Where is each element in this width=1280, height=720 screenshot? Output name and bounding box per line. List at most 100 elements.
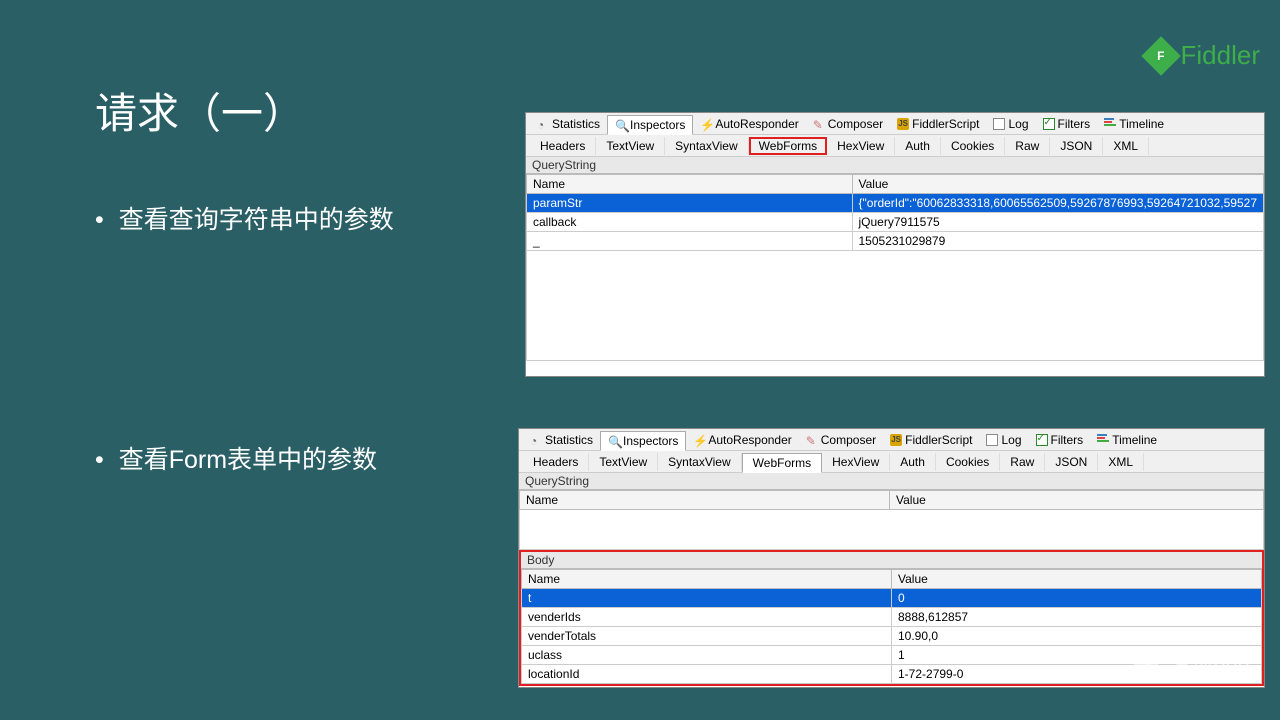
subtab-xml[interactable]: XML [1103, 137, 1149, 155]
tab-composer[interactable]: ✎Composer [799, 431, 883, 449]
tab-statistics[interactable]: ◔Statistics [523, 431, 600, 449]
table-header: Name Value [527, 175, 1264, 194]
empty-area [526, 251, 1264, 361]
brand-name: Fiddler [1181, 40, 1260, 71]
watermark: 发现bug [1133, 648, 1250, 680]
script-icon: JS [890, 434, 902, 446]
sub-tab-row: Headers TextView SyntaxView WebForms Hex… [526, 135, 1264, 157]
cell-name: venderTotals [522, 627, 892, 646]
lens-icon: 🔍 [608, 435, 620, 447]
tab-filters[interactable]: Filters [1029, 431, 1091, 449]
subtab-json[interactable]: JSON [1045, 453, 1098, 471]
col-value[interactable]: Value [890, 491, 1264, 510]
bullet-text: 查看查询字符串中的参数 [119, 206, 394, 234]
cell-value: 1505231029879 [852, 232, 1264, 251]
cell-name: _ [527, 232, 853, 251]
cell-value: {"orderId":"60062833318,60065562509,5926… [852, 194, 1264, 213]
col-name[interactable]: Name [520, 491, 890, 510]
tab-inspectors[interactable]: 🔍Inspectors [600, 431, 686, 451]
subtab-xml[interactable]: XML [1098, 453, 1144, 471]
subtab-webforms[interactable]: WebForms [749, 137, 827, 155]
subtab-textview[interactable]: TextView [589, 453, 658, 471]
cell-name: locationId [522, 665, 892, 684]
log-icon [993, 118, 1005, 130]
tab-fiddlerscript[interactable]: JSFiddlerScript [890, 115, 986, 133]
tab-inspectors[interactable]: 🔍Inspectors [607, 115, 693, 135]
querystring-label: QueryString [526, 157, 1264, 174]
cell-name: callback [527, 213, 853, 232]
querystring-label: QueryString [519, 473, 1264, 490]
table-row[interactable]: callback jQuery7911575 [527, 213, 1264, 232]
pencil-icon: ✎ [806, 434, 818, 446]
subtab-raw[interactable]: Raw [1000, 453, 1045, 471]
tab-filters[interactable]: Filters [1036, 115, 1098, 133]
cell-value: 0 [892, 589, 1262, 608]
pencil-icon: ✎ [813, 118, 825, 130]
col-value[interactable]: Value [892, 570, 1262, 589]
tab-autoresponder[interactable]: ⚡AutoResponder [693, 115, 805, 133]
sub-tab-row: Headers TextView SyntaxView WebForms Hex… [519, 451, 1264, 473]
subtab-headers[interactable]: Headers [523, 453, 589, 471]
main-tab-row: ◔Statistics 🔍Inspectors ⚡AutoResponder ✎… [526, 113, 1264, 135]
subtab-json[interactable]: JSON [1050, 137, 1103, 155]
tab-composer[interactable]: ✎Composer [806, 115, 890, 133]
empty-area [519, 510, 1264, 550]
stats-icon: ◔ [537, 118, 549, 130]
subtab-webforms[interactable]: WebForms [742, 453, 822, 473]
body-label: Body [521, 552, 1262, 569]
col-value[interactable]: Value [852, 175, 1264, 194]
log-icon [986, 434, 998, 446]
timeline-icon [1104, 118, 1116, 130]
subtab-raw[interactable]: Raw [1005, 137, 1050, 155]
subtab-cookies[interactable]: Cookies [941, 137, 1005, 155]
cell-value: 8888,612857 [892, 608, 1262, 627]
cell-name: t [522, 589, 892, 608]
subtab-auth[interactable]: Auth [890, 453, 936, 471]
subtab-cookies[interactable]: Cookies [936, 453, 1000, 471]
cell-value: 10.90,0 [892, 627, 1262, 646]
tab-timeline[interactable]: Timeline [1090, 431, 1164, 449]
filter-icon [1043, 118, 1055, 130]
tab-log[interactable]: Log [986, 115, 1035, 133]
wechat-icon [1133, 651, 1163, 677]
subtab-hexview[interactable]: HexView [827, 137, 895, 155]
col-name[interactable]: Name [522, 570, 892, 589]
table-row[interactable]: venderIds 8888,612857 [522, 608, 1262, 627]
bullet-text: 查看Form表单中的参数 [119, 446, 377, 474]
subtab-syntaxview[interactable]: SyntaxView [658, 453, 741, 471]
table-header: Name Value [520, 491, 1264, 510]
slide-title: 请求（一） [95, 80, 305, 141]
subtab-textview[interactable]: TextView [596, 137, 665, 155]
fiddler-panel-querystring: ◔Statistics 🔍Inspectors ⚡AutoResponder ✎… [525, 112, 1265, 377]
tab-statistics[interactable]: ◔Statistics [530, 115, 607, 133]
fiddler-icon: F [1141, 36, 1181, 76]
bullet-dot: • [95, 206, 104, 234]
col-name[interactable]: Name [527, 175, 853, 194]
table-row[interactable]: t 0 [522, 589, 1262, 608]
table-row[interactable]: venderTotals 10.90,0 [522, 627, 1262, 646]
cell-value: jQuery7911575 [852, 213, 1264, 232]
bullet-querystring: • 查看查询字符串中的参数 [95, 200, 394, 236]
querystring-table: Name Value paramStr {"orderId":"60062833… [526, 174, 1264, 251]
cell-name: uclass [522, 646, 892, 665]
watermark-text: 发现bug [1169, 648, 1250, 680]
tab-fiddlerscript[interactable]: JSFiddlerScript [883, 431, 979, 449]
subtab-auth[interactable]: Auth [895, 137, 941, 155]
table-header: Name Value [522, 570, 1262, 589]
brand-logo: F Fiddler [1147, 40, 1260, 71]
table-row[interactable]: _ 1505231029879 [527, 232, 1264, 251]
bolt-icon: ⚡ [693, 434, 705, 446]
subtab-syntaxview[interactable]: SyntaxView [665, 137, 748, 155]
table-row[interactable]: paramStr {"orderId":"60062833318,6006556… [527, 194, 1264, 213]
tab-log[interactable]: Log [979, 431, 1028, 449]
tab-autoresponder[interactable]: ⚡AutoResponder [686, 431, 798, 449]
main-tab-row: ◔Statistics 🔍Inspectors ⚡AutoResponder ✎… [519, 429, 1264, 451]
bullet-dot: • [95, 446, 104, 474]
subtab-hexview[interactable]: HexView [822, 453, 890, 471]
lens-icon: 🔍 [615, 119, 627, 131]
subtab-headers[interactable]: Headers [530, 137, 596, 155]
stats-icon: ◔ [530, 434, 542, 446]
cell-name: paramStr [527, 194, 853, 213]
querystring-table: Name Value [519, 490, 1264, 510]
tab-timeline[interactable]: Timeline [1097, 115, 1171, 133]
